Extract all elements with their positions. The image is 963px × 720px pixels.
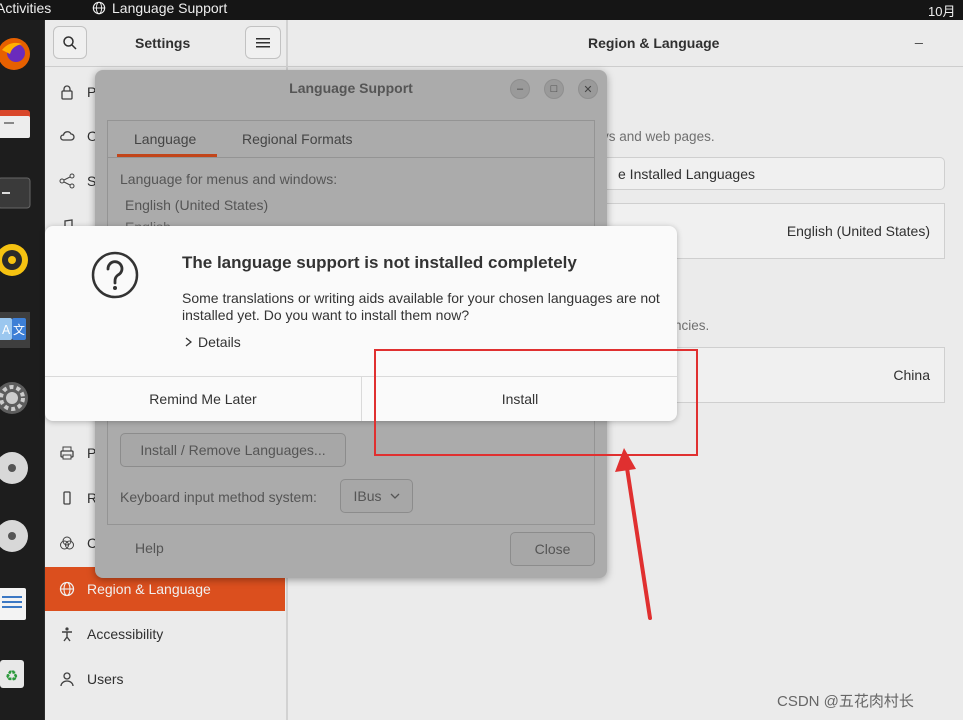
tab-divider <box>108 157 594 158</box>
svg-text:A: A <box>2 323 11 337</box>
files-icon[interactable] <box>0 104 32 140</box>
settings-icon[interactable] <box>0 380 30 416</box>
help-button[interactable]: Help <box>135 540 164 556</box>
annotation-arrow <box>615 448 652 620</box>
disc-icon[interactable] <box>0 518 30 554</box>
maximize-button[interactable]: □ <box>544 79 564 99</box>
close-window-button[interactable]: ✕ <box>578 79 598 99</box>
install-remove-label: Install / Remove Languages... <box>140 442 326 458</box>
menus-language-label: Language for menus and windows: <box>120 171 338 187</box>
keyboard-input-select[interactable]: IBus <box>340 479 413 513</box>
chevron-down-icon <box>390 493 399 499</box>
clock[interactable]: 10月 <box>928 1 955 20</box>
language-list-item[interactable]: English (United States) <box>125 197 268 213</box>
chevron-right-icon <box>185 337 192 347</box>
disc-icon[interactable] <box>0 450 30 486</box>
question-icon <box>91 251 139 299</box>
tab-language[interactable]: Language <box>134 131 196 147</box>
firefox-icon[interactable] <box>0 36 32 72</box>
terminal-icon[interactable] <box>0 174 32 210</box>
tab-regional-formats[interactable]: Regional Formats <box>242 131 353 147</box>
language-support-icon[interactable]: A文 <box>0 312 30 348</box>
app-name: Language Support <box>112 0 228 16</box>
details-label: Details <box>198 334 241 350</box>
activities-button[interactable]: Activities <box>0 0 51 16</box>
details-expander[interactable]: Details <box>185 334 241 350</box>
rhythmbox-icon[interactable] <box>0 242 30 278</box>
dialog-body: Some translations or writing aids availa… <box>182 290 660 323</box>
keyboard-input-value: IBus <box>353 488 382 504</box>
keyboard-input-label: Keyboard input method system: <box>120 489 317 505</box>
dock: A文 ♻ <box>0 20 44 720</box>
document-icon[interactable] <box>0 586 30 622</box>
watermark: CSDN @五花肉村长 <box>777 693 914 710</box>
dialog-title: The language support is not installed co… <box>182 253 577 272</box>
app-menu[interactable]: Language Support <box>92 0 227 16</box>
remind-later-button[interactable]: Remind Me Later <box>45 377 361 421</box>
close-button[interactable]: Close <box>510 532 595 566</box>
globe-icon <box>92 1 106 15</box>
language-support-title: Language Support <box>289 80 413 96</box>
top-bar: Activities Language Support 10月 <box>0 0 963 20</box>
install-remove-languages-button[interactable]: Install / Remove Languages... <box>120 433 346 467</box>
remind-later-label: Remind Me Later <box>149 391 257 407</box>
close-label: Close <box>534 541 571 557</box>
trash-icon[interactable]: ♻ <box>0 654 30 690</box>
svg-text:文: 文 <box>13 322 25 337</box>
minimize-button[interactable]: – <box>510 79 530 99</box>
svg-text:♻: ♻ <box>5 667 18 685</box>
